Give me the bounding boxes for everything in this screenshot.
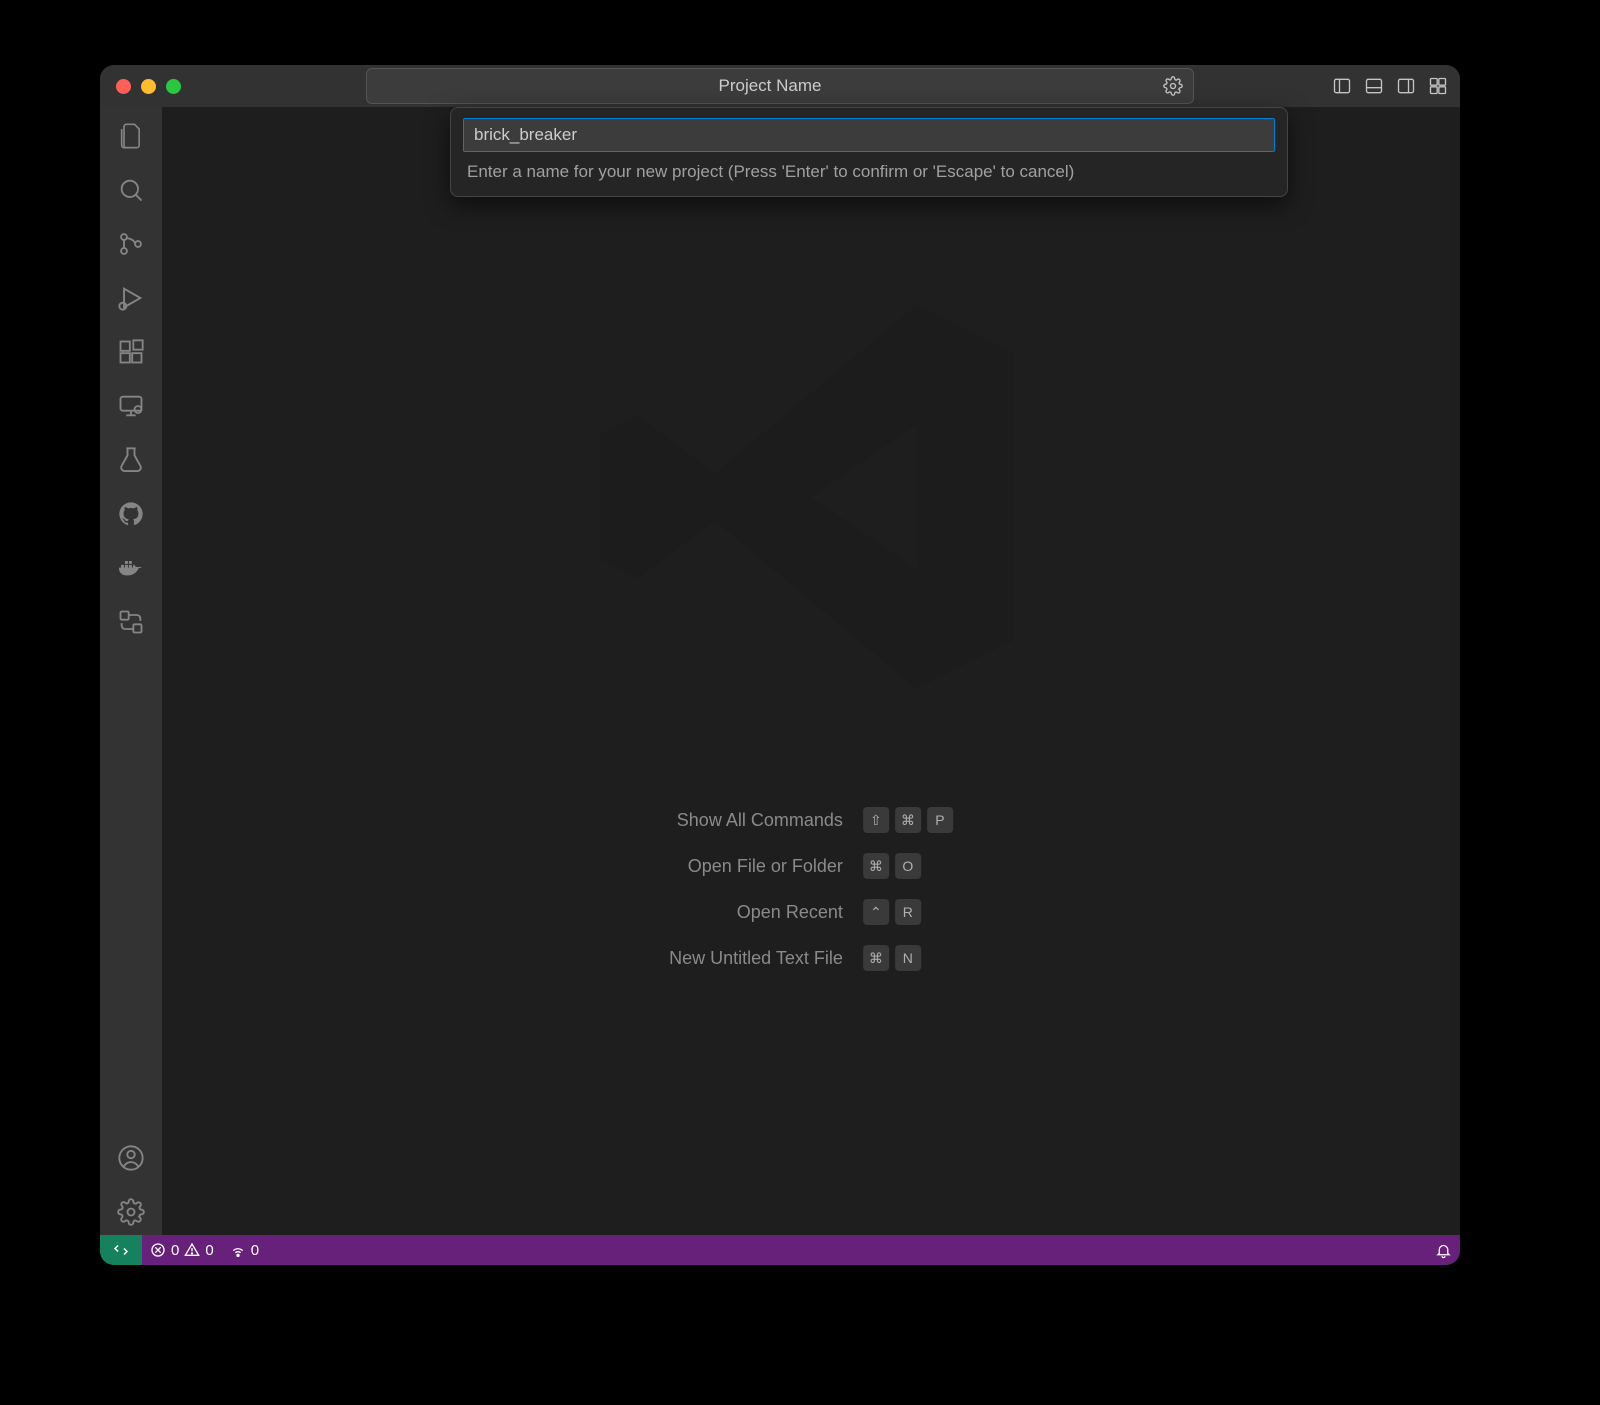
key: O xyxy=(895,853,921,879)
welcome-item-keys: ⌃ R xyxy=(863,899,953,925)
accounts-icon[interactable] xyxy=(116,1143,146,1173)
close-window-button[interactable] xyxy=(116,79,131,94)
remote-explorer-icon[interactable] xyxy=(116,391,146,421)
welcome-item-keys: ⌘ O xyxy=(863,853,953,879)
command-center-title: Project Name xyxy=(377,76,1163,96)
welcome-item-label: New Untitled Text File xyxy=(669,948,843,969)
key: N xyxy=(895,945,921,971)
editor-area: Show All Commands ⇧ ⌘ P Open File or Fol… xyxy=(162,107,1460,1235)
command-center[interactable]: Project Name xyxy=(366,68,1194,104)
key: ⌘ xyxy=(895,807,921,833)
layout-controls xyxy=(1332,65,1448,107)
settings-icon[interactable] xyxy=(116,1197,146,1227)
key: ⌃ xyxy=(863,899,889,925)
problems-status[interactable]: 0 0 xyxy=(142,1235,222,1265)
run-debug-icon[interactable] xyxy=(116,283,146,313)
minimize-window-button[interactable] xyxy=(141,79,156,94)
warnings-count: 0 xyxy=(205,1242,213,1259)
ports-status[interactable]: 0 xyxy=(222,1235,267,1265)
extensions-icon[interactable] xyxy=(116,337,146,367)
toggle-primary-sidebar-icon[interactable] xyxy=(1332,76,1352,96)
key: ⌘ xyxy=(863,945,889,971)
quick-input-widget: Enter a name for your new project (Press… xyxy=(450,107,1288,197)
docker-icon[interactable] xyxy=(116,553,146,583)
welcome-item-keys: ⌘ N xyxy=(863,945,953,971)
window-controls xyxy=(100,79,181,94)
quick-input-hint: Enter a name for your new project (Press… xyxy=(463,152,1275,186)
welcome-item-keys: ⇧ ⌘ P xyxy=(863,807,953,833)
key: ⌘ xyxy=(863,853,889,879)
github-icon[interactable] xyxy=(116,499,146,529)
project-manager-icon[interactable] xyxy=(116,607,146,637)
search-icon[interactable] xyxy=(116,175,146,205)
status-bar: 0 0 0 xyxy=(100,1235,1460,1265)
editor-body: Show All Commands ⇧ ⌘ P Open File or Fol… xyxy=(100,107,1460,1235)
key: ⇧ xyxy=(863,807,889,833)
welcome-item-label: Open File or Folder xyxy=(669,856,843,877)
vscode-window: Project Name xyxy=(100,65,1460,1265)
toggle-secondary-sidebar-icon[interactable] xyxy=(1396,76,1416,96)
notifications-button[interactable] xyxy=(1427,1235,1460,1265)
ports-count: 0 xyxy=(251,1242,259,1259)
maximize-window-button[interactable] xyxy=(166,79,181,94)
welcome-item-label: Open Recent xyxy=(669,902,843,923)
remote-indicator[interactable] xyxy=(100,1235,142,1265)
welcome-shortcuts: Show All Commands ⇧ ⌘ P Open File or Fol… xyxy=(669,807,953,971)
customize-layout-icon[interactable] xyxy=(1428,76,1448,96)
testing-icon[interactable] xyxy=(116,445,146,475)
welcome-item-label: Show All Commands xyxy=(669,810,843,831)
project-name-input[interactable] xyxy=(463,118,1275,152)
titlebar: Project Name xyxy=(100,65,1460,107)
source-control-icon[interactable] xyxy=(116,229,146,259)
key: R xyxy=(895,899,921,925)
gear-icon[interactable] xyxy=(1163,76,1183,96)
toggle-panel-icon[interactable] xyxy=(1364,76,1384,96)
explorer-icon[interactable] xyxy=(116,121,146,151)
errors-count: 0 xyxy=(171,1242,179,1259)
vscode-logo-watermark xyxy=(571,257,1051,737)
activity-bar xyxy=(100,107,162,1235)
key: P xyxy=(927,807,953,833)
